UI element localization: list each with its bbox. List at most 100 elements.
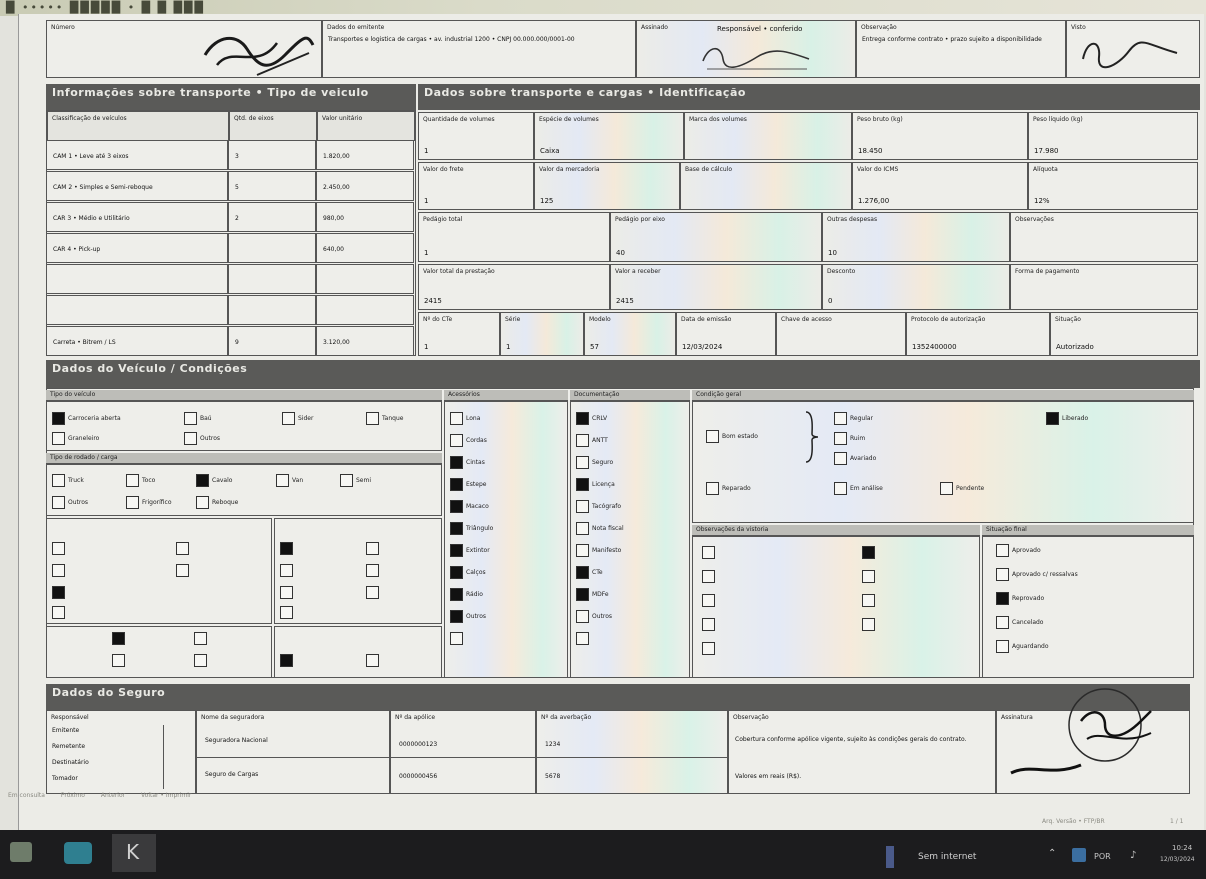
tray-chevron-icon[interactable]: ⌃ xyxy=(1048,848,1056,859)
cargo-grid-cell[interactable]: Valor total da prestação 2415 xyxy=(418,264,610,310)
checkbox[interactable] xyxy=(366,654,379,667)
cargo-grid-cell[interactable]: Valor da mercadoria 125 xyxy=(534,162,680,210)
checkbox[interactable] xyxy=(450,456,463,469)
checkbox[interactable] xyxy=(52,564,65,577)
checkbox[interactable] xyxy=(52,586,65,599)
checkbox[interactable] xyxy=(276,474,289,487)
checkbox[interactable] xyxy=(52,432,65,445)
checkbox[interactable] xyxy=(862,570,875,583)
checkbox[interactable] xyxy=(450,522,463,535)
vehicle-table-cell[interactable] xyxy=(46,264,228,294)
checkbox[interactable] xyxy=(280,654,293,667)
checkbox[interactable] xyxy=(450,478,463,491)
status-item[interactable]: Em consulta xyxy=(8,792,45,799)
taskbar-app-teal[interactable] xyxy=(56,834,100,872)
vehicle-table-cell[interactable] xyxy=(228,233,316,263)
cargo-grid-cell[interactable]: Desconto 0 xyxy=(822,264,1010,310)
cargo-grid-cell[interactable]: Valor do frete 1 xyxy=(418,162,534,210)
vehicle-table-cell[interactable]: CAR 3 • Médio e Utilitário xyxy=(46,202,228,232)
checkbox[interactable] xyxy=(450,632,463,645)
checkbox[interactable] xyxy=(862,618,875,631)
vehicle-table-cell[interactable]: 640,00 xyxy=(316,233,414,263)
checkbox[interactable] xyxy=(126,474,139,487)
checkbox[interactable] xyxy=(176,542,189,555)
checkbox[interactable] xyxy=(576,456,589,469)
network-label[interactable]: Sem internet xyxy=(918,852,976,862)
checkbox[interactable] xyxy=(366,586,379,599)
checkbox[interactable] xyxy=(280,542,293,555)
vehicle-table-cell[interactable] xyxy=(46,295,228,325)
checkbox[interactable] xyxy=(702,642,715,655)
checkbox[interactable] xyxy=(282,412,295,425)
checkbox[interactable] xyxy=(366,542,379,555)
checkbox[interactable] xyxy=(340,474,353,487)
cargo-grid-cell[interactable]: Chave de acesso xyxy=(776,312,906,356)
checkbox[interactable] xyxy=(706,430,719,443)
checkbox[interactable] xyxy=(834,452,847,465)
vehicle-table-cell[interactable] xyxy=(316,295,414,325)
checkbox[interactable] xyxy=(576,500,589,513)
checkbox[interactable] xyxy=(576,544,589,557)
checkbox[interactable] xyxy=(576,610,589,623)
checkbox[interactable] xyxy=(280,564,293,577)
clock-date[interactable]: 12/03/2024 xyxy=(1160,856,1195,863)
checkbox[interactable] xyxy=(184,432,197,445)
vehicle-table-cell[interactable]: CAM 1 • Leve até 3 eixos xyxy=(46,140,228,170)
checkbox[interactable] xyxy=(702,570,715,583)
checkbox[interactable] xyxy=(702,618,715,631)
checkbox[interactable] xyxy=(576,522,589,535)
vehicle-table-cell[interactable]: 3.120,00 xyxy=(316,326,414,356)
checkbox[interactable] xyxy=(702,546,715,559)
checkbox[interactable] xyxy=(706,482,719,495)
checkbox[interactable] xyxy=(52,496,65,509)
cargo-grid-cell[interactable]: Observações xyxy=(1010,212,1198,262)
cargo-grid-cell[interactable]: Forma de pagamento xyxy=(1010,264,1198,310)
cargo-grid-cell[interactable]: Modelo 57 xyxy=(584,312,676,356)
checkbox[interactable] xyxy=(576,566,589,579)
vehicle-table-cell[interactable]: 1.820,00 xyxy=(316,140,414,170)
checkbox[interactable] xyxy=(576,412,589,425)
tray-wifi-icon[interactable] xyxy=(1072,848,1086,862)
checkbox[interactable] xyxy=(112,654,125,667)
cargo-grid-cell[interactable]: Espécie de volumes Caixa xyxy=(534,112,684,160)
cargo-grid-cell[interactable]: Marca dos volumes xyxy=(684,112,852,160)
status-item[interactable]: Voltar • Imprimir xyxy=(141,792,191,799)
checkbox[interactable] xyxy=(834,482,847,495)
checkbox[interactable] xyxy=(576,478,589,491)
checkbox[interactable] xyxy=(450,610,463,623)
checkbox[interactable] xyxy=(996,568,1009,581)
checkbox[interactable] xyxy=(366,564,379,577)
vehicle-table-cell[interactable]: 2.450,00 xyxy=(316,171,414,201)
volume-icon[interactable]: ♪ xyxy=(1130,850,1136,861)
network-icon[interactable] xyxy=(886,846,894,868)
checkbox[interactable] xyxy=(834,432,847,445)
checkbox[interactable] xyxy=(366,412,379,425)
cargo-grid-cell[interactable]: Data de emissão 12/03/2024 xyxy=(676,312,776,356)
checkbox[interactable] xyxy=(112,632,125,645)
checkbox[interactable] xyxy=(996,544,1009,557)
cargo-grid-cell[interactable]: Série 1 xyxy=(500,312,584,356)
vehicle-table-cell[interactable]: Carreta • Bitrem / LS xyxy=(46,326,228,356)
lang-indicator[interactable]: POR xyxy=(1094,852,1111,861)
checkbox[interactable] xyxy=(194,632,207,645)
cargo-grid-cell[interactable]: Nº do CTe 1 xyxy=(418,312,500,356)
checkbox[interactable] xyxy=(450,500,463,513)
checkbox[interactable] xyxy=(450,566,463,579)
checkbox[interactable] xyxy=(126,496,139,509)
checkbox[interactable] xyxy=(996,640,1009,653)
cargo-grid-cell[interactable]: Alíquota 12% xyxy=(1028,162,1198,210)
checkbox[interactable] xyxy=(576,632,589,645)
checkbox[interactable] xyxy=(576,434,589,447)
vehicle-table-cell[interactable]: 980,00 xyxy=(316,202,414,232)
cargo-grid-cell[interactable]: Valor a receber 2415 xyxy=(610,264,822,310)
cargo-grid-cell[interactable]: Valor do ICMS 1.276,00 xyxy=(852,162,1028,210)
checkbox[interactable] xyxy=(996,592,1009,605)
cargo-grid-cell[interactable]: Pedágio total 1 xyxy=(418,212,610,262)
status-item[interactable]: Anterior xyxy=(101,792,125,799)
checkbox[interactable] xyxy=(940,482,953,495)
checkbox[interactable] xyxy=(834,412,847,425)
checkbox[interactable] xyxy=(280,586,293,599)
checkbox[interactable] xyxy=(450,588,463,601)
checkbox[interactable] xyxy=(176,564,189,577)
checkbox[interactable] xyxy=(52,606,65,619)
